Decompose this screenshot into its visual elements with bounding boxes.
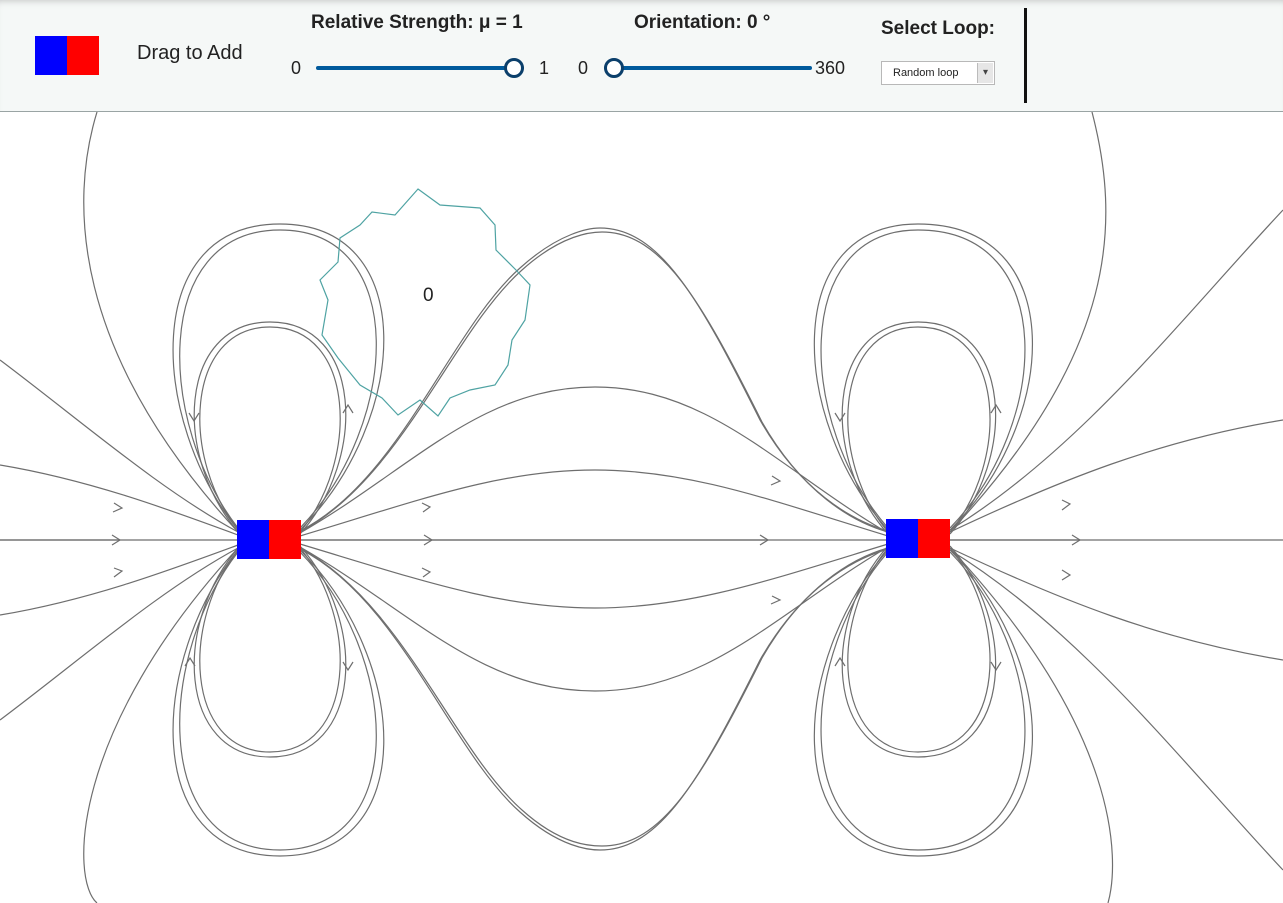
- magnet-left[interactable]: [237, 520, 301, 559]
- field-arrow-icon: [421, 567, 432, 578]
- field-line-right-loop-inner-bottom: [847, 547, 991, 753]
- field-arrow-icon: [770, 595, 782, 605]
- field-arrow-icon: [1061, 569, 1072, 581]
- toolbar-divider: [1024, 8, 1027, 103]
- strength-min-label: 0: [291, 58, 302, 78]
- orientation-label: Orientation: 0 °: [634, 12, 771, 33]
- field-line-bridge-2-bottom: [299, 546, 889, 692]
- magnet-right-north-pole: [918, 519, 950, 558]
- field-line-left-loop-inner-bottom: [199, 547, 341, 753]
- field-line-right-edge-4: [949, 549, 1283, 871]
- field-arrow-icon: [1061, 499, 1072, 511]
- field-line-right-edge-3: [949, 547, 1283, 661]
- orientation-max-label: 360: [815, 58, 846, 78]
- orientation-slider[interactable]: [604, 58, 812, 78]
- magnet-template-icon[interactable]: [35, 36, 99, 75]
- loop-flux-value: 0: [423, 285, 434, 306]
- select-loop-label: Select Loop:: [881, 18, 996, 39]
- loop-select[interactable]: Random loop ▾: [881, 61, 995, 85]
- field-arrow-icon: [834, 412, 846, 423]
- field-line-right-loop-inner-top: [847, 326, 991, 533]
- field-line-bridge-1-top: [299, 469, 889, 537]
- field-line-left-loop-outer-top: [172, 223, 385, 531]
- field-line-bridge-3b-top: [299, 231, 889, 533]
- strength-slider-track[interactable]: [316, 66, 524, 70]
- field-line-left-edge-2: [0, 464, 239, 536]
- south-pole: [35, 36, 67, 75]
- orientation-slider-thumb[interactable]: [604, 58, 624, 78]
- field-lines: [0, 112, 1283, 903]
- field-line-right-loop-outer2-bottom: [820, 551, 1026, 851]
- field-arrow-icon: [112, 502, 124, 513]
- field-arrow-icon: [113, 567, 124, 578]
- north-pole: [67, 36, 99, 75]
- magnet-left-south-pole: [237, 520, 269, 559]
- field-line-bridge-3-top: [299, 227, 889, 532]
- drag-to-add-label: Drag to Add: [137, 42, 243, 64]
- field-line-bridge-3-bottom: [299, 548, 889, 851]
- field-line-outer-right: [949, 112, 1114, 903]
- strength-slider[interactable]: [316, 58, 524, 78]
- field-arrow-icon: [342, 403, 354, 414]
- field-arrow-icon: [834, 656, 846, 667]
- field-line-left-edge-3: [0, 544, 239, 616]
- field-line-right-edge-2: [949, 209, 1283, 531]
- field-arrow-icon: [770, 475, 782, 486]
- field-line-left-loop-outer2-bottom: [179, 551, 377, 851]
- loop-select-value: Random loop: [893, 67, 959, 79]
- magnet-right-south-pole: [886, 519, 918, 558]
- field-arrow-icon: [342, 661, 354, 672]
- field-arrow-icon: [421, 502, 432, 513]
- field-line-right-edge-1: [949, 419, 1283, 533]
- strength-label: Relative Strength: μ = 1: [311, 12, 523, 33]
- field-line-bridge-2-top: [299, 386, 889, 534]
- magnet-right[interactable]: [886, 519, 950, 558]
- dropdown-arrow-icon[interactable]: ▾: [977, 63, 993, 83]
- orientation-min-label: 0: [578, 58, 589, 78]
- field-line-left-loop-inner-top: [199, 326, 341, 533]
- field-line-right-loop-outer2-top: [820, 229, 1026, 529]
- field-canvas[interactable]: [0, 112, 1283, 903]
- field-line-left-loop-outer2-top: [179, 229, 377, 529]
- magnet-left-north-pole: [269, 520, 301, 559]
- field-line-left-loop-outer-bottom: [172, 549, 385, 857]
- strength-max-label: 1: [539, 58, 550, 78]
- strength-slider-thumb[interactable]: [504, 58, 524, 78]
- field-line-bridge-1-bottom: [299, 543, 889, 609]
- orientation-slider-track[interactable]: [604, 66, 812, 70]
- toolbar: Drag to Add Relative Strength: μ = 1 0 1…: [0, 0, 1283, 112]
- field-line-bridge-3b-bottom: [299, 547, 889, 847]
